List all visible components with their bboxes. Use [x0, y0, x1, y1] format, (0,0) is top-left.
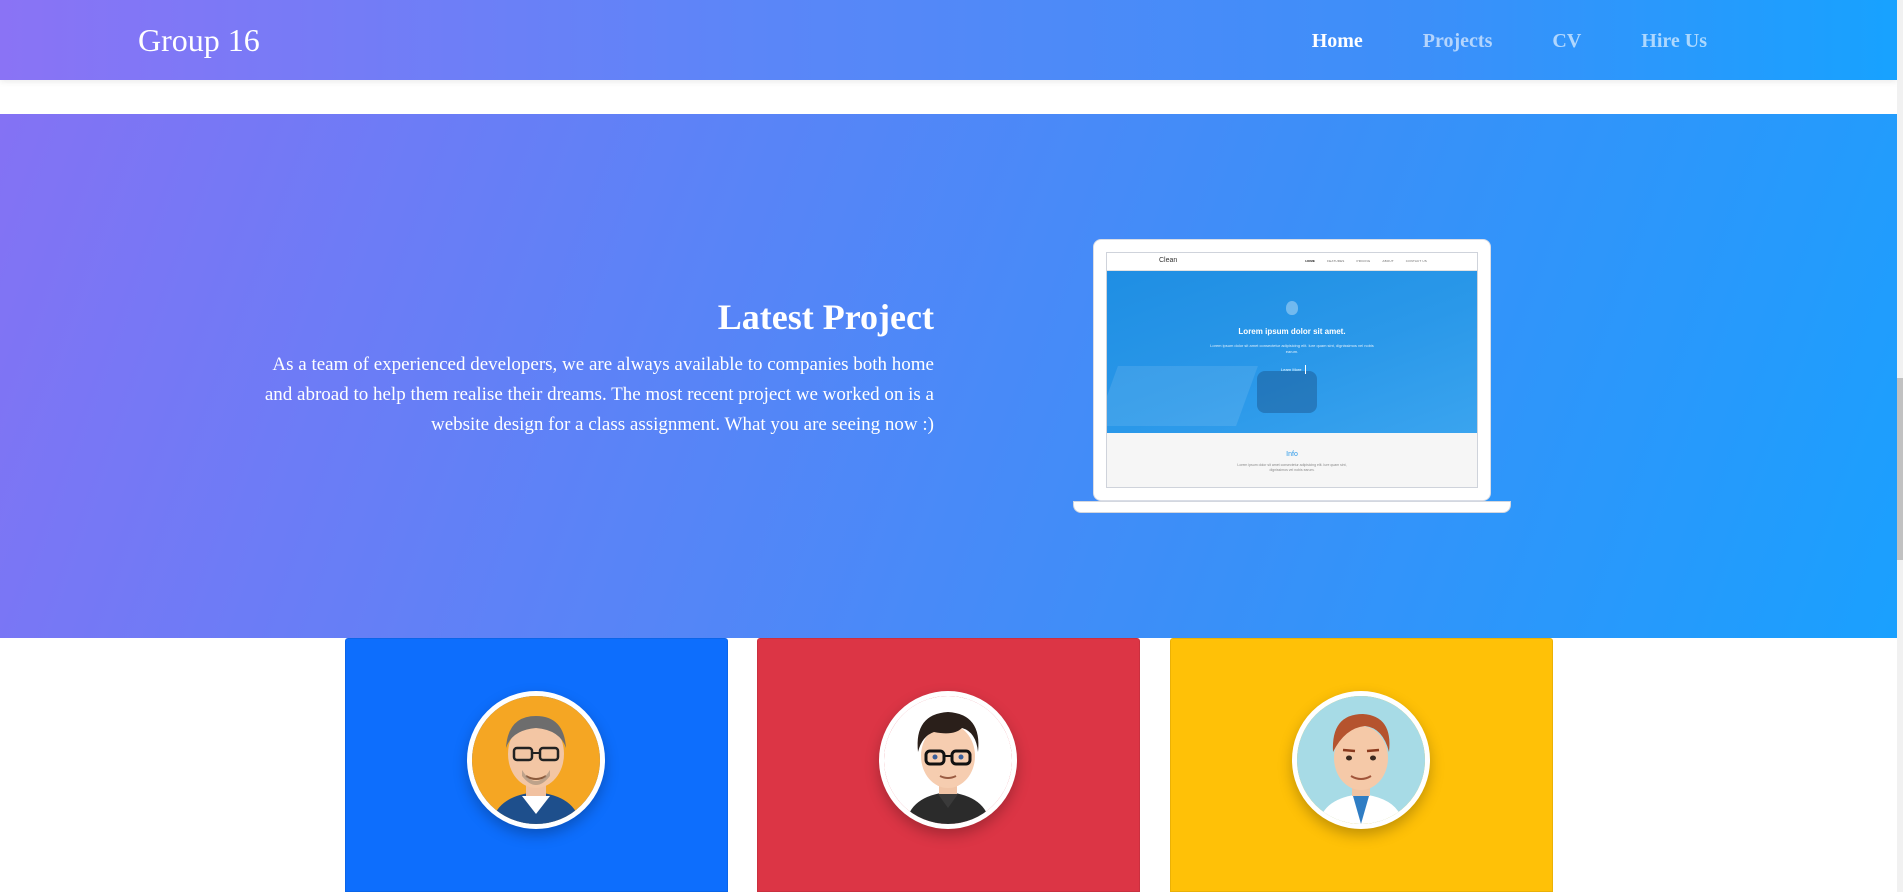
- preview-nav-item: ABOUT: [1382, 259, 1394, 263]
- team-card: [1170, 638, 1553, 892]
- nav-projects[interactable]: Projects: [1423, 30, 1493, 53]
- nav-hire-us[interactable]: Hire Us: [1641, 30, 1707, 53]
- young-man-glasses-avatar: [879, 691, 1017, 829]
- navbar: Group 16 Home Projects CV Hire Us: [0, 0, 1897, 80]
- brand-logo[interactable]: Group 16: [138, 22, 260, 59]
- project-preview: Clean HOME FEATURES PRICING ABOUT CONTAC…: [1106, 252, 1478, 488]
- preview-info: Info Lorem ipsum dolor sit amet consecte…: [1107, 433, 1477, 487]
- laptop-mockup: Clean HOME FEATURES PRICING ABOUT CONTAC…: [1073, 239, 1511, 513]
- preview-info-title: Info: [1286, 451, 1298, 458]
- preview-nav-item: PRICING: [1356, 259, 1371, 263]
- main-nav: Home Projects CV Hire Us: [1312, 30, 1707, 53]
- nav-home[interactable]: Home: [1312, 30, 1363, 53]
- older-man-glasses-avatar: [467, 691, 605, 829]
- laptop-screen: Clean HOME FEATURES PRICING ABOUT CONTAC…: [1093, 239, 1491, 501]
- team-card: [757, 638, 1140, 892]
- redhead-man-avatar: [1292, 691, 1430, 829]
- team-card: [345, 638, 728, 892]
- page-scrollbar[interactable]: [1897, 0, 1903, 892]
- preview-button: Learn More: [1277, 365, 1307, 374]
- camera-image: [1257, 371, 1317, 413]
- preview-brand: Clean: [1159, 257, 1178, 264]
- laptop-base: [1073, 501, 1511, 513]
- preview-nav-links: HOME FEATURES PRICING ABOUT CONTACT US: [1305, 259, 1427, 263]
- preview-nav-item: FEATURES: [1327, 259, 1345, 263]
- scrollbar-thumb[interactable]: [1897, 378, 1903, 560]
- preview-headline: Lorem ipsum dolor sit amet.: [1238, 327, 1346, 336]
- hero-title: Latest Project: [717, 297, 934, 337]
- latest-project-section: Latest Project As a team of experienced …: [0, 114, 1897, 638]
- preview-info-text: Lorem ipsum dolor sit amet consectetur a…: [1237, 463, 1347, 472]
- nav-cv[interactable]: CV: [1552, 30, 1581, 53]
- preview-text: Lorem ipsum dolor sit amet consectetur a…: [1210, 343, 1374, 354]
- keyboard-image: [1107, 366, 1258, 426]
- hero-description: As a team of experienced developers, we …: [264, 354, 934, 435]
- preview-nav-item: CONTACT US: [1405, 259, 1427, 263]
- preview-hero: Lorem ipsum dolor sit amet. Lorem ipsum …: [1107, 271, 1477, 433]
- hero-text: Latest Project As a team of experienced …: [254, 296, 934, 440]
- apple-logo-icon: [1286, 301, 1298, 315]
- preview-navbar: Clean HOME FEATURES PRICING ABOUT CONTAC…: [1107, 253, 1477, 271]
- preview-nav-item: HOME: [1305, 259, 1316, 263]
